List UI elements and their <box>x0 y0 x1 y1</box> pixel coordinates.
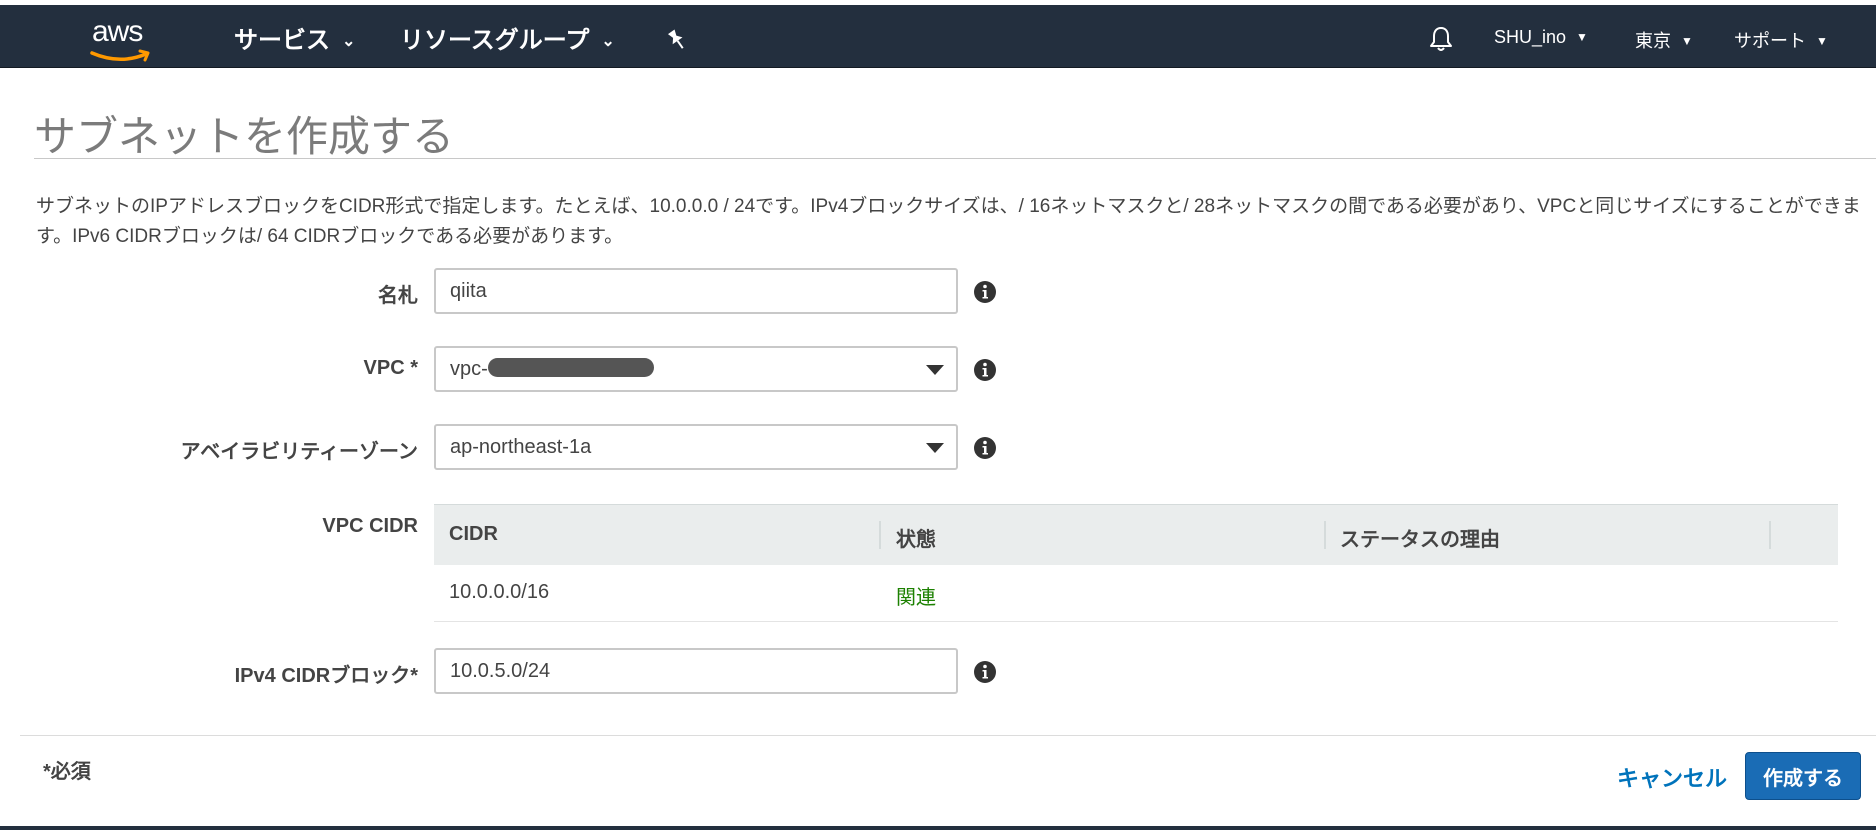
ipv4-cidr-field[interactable] <box>434 648 958 694</box>
vpc-cidr-label: VPC CIDR <box>322 515 418 537</box>
availability-zone-label: アベイラビリティーゾーン <box>180 441 418 463</box>
region-menu-label: 東京 <box>1635 31 1671 51</box>
support-menu[interactable]: サポート ▼ <box>1734 27 1828 53</box>
name-tag-input[interactable] <box>436 270 956 312</box>
user-menu[interactable]: SHU_ino ▼ <box>1494 27 1588 48</box>
title-divider <box>34 158 1876 159</box>
chevron-down-icon: ⌄ <box>342 33 356 50</box>
name-tag-field[interactable] <box>434 268 958 314</box>
support-menu-label: サポート <box>1734 31 1806 51</box>
table-header-row: CIDR 状態 ステータスの理由 <box>434 504 1838 565</box>
aws-smile-icon <box>90 49 150 62</box>
pin-icon[interactable] <box>664 27 690 53</box>
resource-groups-menu-label: リソースグループ <box>400 27 590 54</box>
dropdown-arrow-icon <box>926 365 944 375</box>
page-description: サブネットのIPアドレスブロックをCIDR形式で指定します。たとえば、10.0.… <box>36 196 1861 247</box>
dropdown-arrow-icon <box>926 443 944 453</box>
create-subnet-button[interactable]: 作成する <box>1745 752 1861 800</box>
cidr-cell: 10.0.0.0/16 <box>449 581 550 603</box>
page-title: サブネットを作成する <box>34 113 455 160</box>
ipv4-cidr-input[interactable] <box>436 650 956 692</box>
cancel-button[interactable]: キャンセル <box>1617 761 1727 793</box>
info-icon[interactable] <box>973 436 997 460</box>
region-menu[interactable]: 東京 ▼ <box>1635 27 1693 53</box>
top-navigation-bar: aws サービス ⌄ リソースグループ ⌄ SHU_ino ▼ 東京 ▼ サポート ▼ <box>0 0 1876 68</box>
caret-down-icon: ▼ <box>1681 34 1693 48</box>
services-menu[interactable]: サービス ⌄ <box>234 20 355 55</box>
table-row: 10.0.0.0/16 関連 <box>434 565 1838 622</box>
availability-zone-select[interactable]: ap-northeast-1a <box>434 424 958 470</box>
info-icon[interactable] <box>973 358 997 382</box>
status-cell: 関連 <box>896 587 936 609</box>
vpc-select[interactable]: vpc- <box>434 346 958 392</box>
vpc-cidr-table: CIDR 状態 ステータスの理由 10.0.0.0/16 関連 <box>434 504 1838 622</box>
footer-divider <box>20 735 1876 736</box>
services-menu-label: サービス <box>234 27 330 54</box>
user-menu-label: SHU_ino <box>1494 27 1567 47</box>
availability-zone-selected-value: ap-northeast-1a <box>450 436 592 458</box>
column-header-status-reason[interactable]: ステータスの理由 <box>1340 523 1500 552</box>
column-header-status[interactable]: 状態 <box>896 523 936 552</box>
bottom-border <box>0 826 1876 830</box>
vpc-label: VPC * <box>363 357 418 379</box>
column-divider[interactable] <box>1769 521 1771 549</box>
ipv4-cidr-label: IPv4 CIDRブロック* <box>234 665 418 687</box>
resource-groups-menu[interactable]: リソースグループ ⌄ <box>400 20 615 55</box>
chevron-down-icon: ⌄ <box>601 33 615 50</box>
column-header-cidr[interactable]: CIDR <box>449 523 498 546</box>
name-tag-label: 名札 <box>378 285 418 307</box>
caret-down-icon: ▼ <box>1816 34 1828 48</box>
bell-icon[interactable] <box>1428 25 1454 53</box>
column-divider[interactable] <box>879 521 881 549</box>
info-icon[interactable] <box>973 660 997 684</box>
aws-logo[interactable]: aws <box>88 13 156 63</box>
caret-down-icon: ▼ <box>1576 30 1588 44</box>
aws-logo-text: aws <box>92 15 143 48</box>
redacted-vpc-id <box>488 358 654 377</box>
info-icon[interactable] <box>973 280 997 304</box>
vpc-selected-value: vpc- <box>450 358 488 380</box>
column-divider[interactable] <box>1324 521 1326 549</box>
required-note: *必須 <box>43 761 91 783</box>
